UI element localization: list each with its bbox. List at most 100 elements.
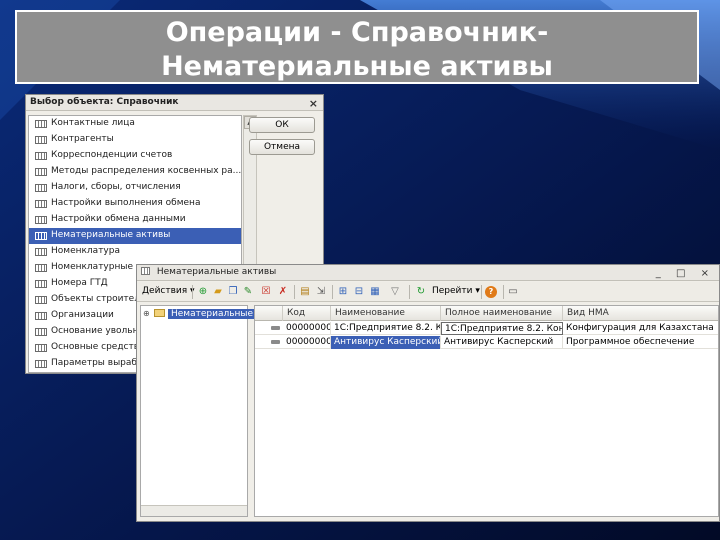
item-icon [271, 340, 280, 344]
window-title: Нематериальные активы [156, 267, 277, 277]
catalog-icon [35, 264, 47, 272]
toolbar-separator [332, 285, 333, 299]
tree-node-root[interactable]: ⊕ Нематериальные [143, 309, 257, 322]
tree-node-label[interactable]: Нематериальные [168, 309, 257, 319]
catalog-item-label: Основные средства [51, 342, 145, 352]
table-header: Код Наименование Полное наименование Вид… [255, 306, 718, 321]
catalog-table: Код Наименование Полное наименование Вид… [254, 305, 719, 517]
catalog-list-item[interactable]: Методы распределения косвенных ра... [29, 164, 241, 180]
catalog-icon [35, 168, 47, 176]
tree-horizontal-scrollbar[interactable] [141, 505, 247, 516]
cell-kind: Конфигурация для Казахстана [566, 323, 714, 333]
cell-name: 1С:Предприятие 8.2. Ко... [331, 322, 441, 335]
print-icon[interactable]: ▭ [507, 286, 519, 298]
catalog-item-label: Налоги, сборы, отчисления [51, 182, 181, 192]
add-folder-icon[interactable]: ▰ [212, 286, 224, 298]
slide-title-line-1: Операции - Справочник- [165, 17, 549, 48]
catalog-item-label: Номенклатурные гр [51, 262, 147, 272]
cell-full-name: Антивирус Касперский [441, 336, 563, 349]
catalog-icon [35, 296, 47, 304]
toolbar-separator [192, 285, 193, 299]
delete-icon[interactable]: ☒ [260, 286, 272, 298]
catalog-icon [35, 232, 47, 240]
catalog-list-item[interactable]: Настройки обмена данными [29, 212, 241, 228]
expand-icon[interactable]: ⊕ [143, 309, 152, 318]
maximize-icon[interactable]: □ [676, 268, 691, 279]
catalog-icon [35, 120, 47, 128]
catalog-item-label: Контактные лица [51, 118, 135, 128]
column-header-code[interactable]: Код [283, 306, 331, 321]
catalog-item-label: Настройки обмена данными [51, 214, 186, 224]
mark-delete-icon[interactable]: ✗ [277, 286, 289, 298]
toolbar-separator [409, 285, 410, 299]
add-icon[interactable]: ⊕ [197, 286, 209, 298]
clear-filter-icon[interactable]: ▽ [389, 286, 401, 298]
window-controls: _ □ × [656, 266, 715, 281]
catalog-icon [141, 267, 150, 275]
filter-icon[interactable]: ⊞ [337, 286, 349, 298]
toolbar: Действия ▾ ⊕ ▰ ❐ ✎ ☒ ✗ ▤ ⇲ ⊞ ⊟ ▦ ▽ ↻ Пер… [137, 282, 719, 302]
close-icon[interactable]: × [309, 96, 318, 111]
minimize-icon[interactable]: _ [656, 268, 667, 279]
cancel-button[interactable]: Отмена [249, 139, 315, 155]
catalog-icon [35, 344, 47, 352]
catalog-item-label: Контрагенты [51, 134, 114, 144]
cell-kind: Программное обеспечение [566, 337, 695, 347]
catalog-icon [35, 328, 47, 336]
group-tree: ⊕ Нематериальные [140, 305, 257, 517]
refresh-icon[interactable]: ↻ [415, 286, 427, 298]
catalog-list-item[interactable]: Настройки выполнения обмена [29, 196, 241, 212]
catalog-item-label: Номера ГТД [51, 278, 108, 288]
cell-code: 000000001 [283, 322, 331, 335]
filter-list-icon[interactable]: ▦ [369, 286, 381, 298]
catalog-item-label: Корреспонденции счетов [51, 150, 173, 160]
toolbar-separator [294, 285, 295, 299]
filter-by-value-icon[interactable]: ⊟ [353, 286, 365, 298]
catalog-icon [35, 248, 47, 256]
catalog-list-item[interactable]: Налоги, сборы, отчисления [29, 180, 241, 196]
folder-icon [154, 309, 165, 317]
actions-menu-button[interactable]: Действия ▾ [142, 285, 195, 299]
close-icon[interactable]: × [701, 268, 715, 279]
catalog-icon [35, 200, 47, 208]
edit-icon[interactable]: ✎ [242, 286, 254, 298]
catalog-icon [35, 280, 47, 288]
goto-menu-button[interactable]: Перейти ▾ [432, 285, 480, 299]
catalog-list-item[interactable]: Контрагенты [29, 132, 241, 148]
catalog-item-label: Организации [51, 310, 114, 320]
toolbar-separator [503, 285, 504, 299]
catalog-icon [35, 360, 47, 368]
catalog-item-label: Параметры выработ [51, 358, 148, 368]
catalog-list-item[interactable]: Номенклатура [29, 244, 241, 260]
copy-icon[interactable]: ❐ [227, 286, 239, 298]
column-header-kind[interactable]: Вид НМА [563, 306, 718, 321]
ok-button[interactable]: ОК [249, 117, 315, 133]
intangible-assets-window: Нематериальные активы _ □ × Действия ▾ ⊕… [136, 264, 720, 522]
column-header-icon [255, 306, 283, 321]
catalog-list-item[interactable]: Контактные лица [29, 116, 241, 132]
cell-full-name[interactable]: 1С:Предприятие 8.2. Конфигурация для Каз… [441, 322, 563, 335]
help-icon[interactable]: ? [485, 286, 497, 298]
catalog-list-item[interactable]: Корреспонденции счетов [29, 148, 241, 164]
catalog-item-label: Основание увольне [51, 326, 144, 336]
catalog-icon [35, 312, 47, 320]
slide-title: Операции - Справочник- Нематериальные ак… [15, 10, 699, 84]
catalog-icon [35, 216, 47, 224]
catalog-item-label: Номенклатура [51, 246, 120, 256]
catalog-list-item-selected[interactable]: Нематериальные активы [29, 228, 241, 244]
column-header-full-name[interactable]: Полное наименование [441, 306, 563, 321]
dialog-title: Выбор объекта: Справочник [30, 97, 179, 107]
table-row[interactable]: 000000002 Антивирус Касперский Антивирус… [255, 336, 718, 349]
move-to-group-icon[interactable]: ⇲ [315, 286, 327, 298]
item-icon [271, 326, 280, 330]
slide-title-line-2: Нематериальные активы [161, 51, 553, 82]
cell-code: 000000002 [283, 336, 331, 349]
hierarchy-icon[interactable]: ▤ [299, 286, 311, 298]
column-header-name[interactable]: Наименование [331, 306, 441, 321]
catalog-item-label: Настройки выполнения обмена [51, 198, 201, 208]
toolbar-separator [481, 285, 482, 299]
catalog-item-label: Объекты строитель [51, 294, 146, 304]
cell-name-selected[interactable]: Антивирус Касперский [331, 336, 441, 349]
window-title-bar: Нематериальные активы _ □ × [137, 265, 719, 281]
table-row[interactable]: 000000001 1С:Предприятие 8.2. Ко... 1С:П… [255, 322, 718, 335]
